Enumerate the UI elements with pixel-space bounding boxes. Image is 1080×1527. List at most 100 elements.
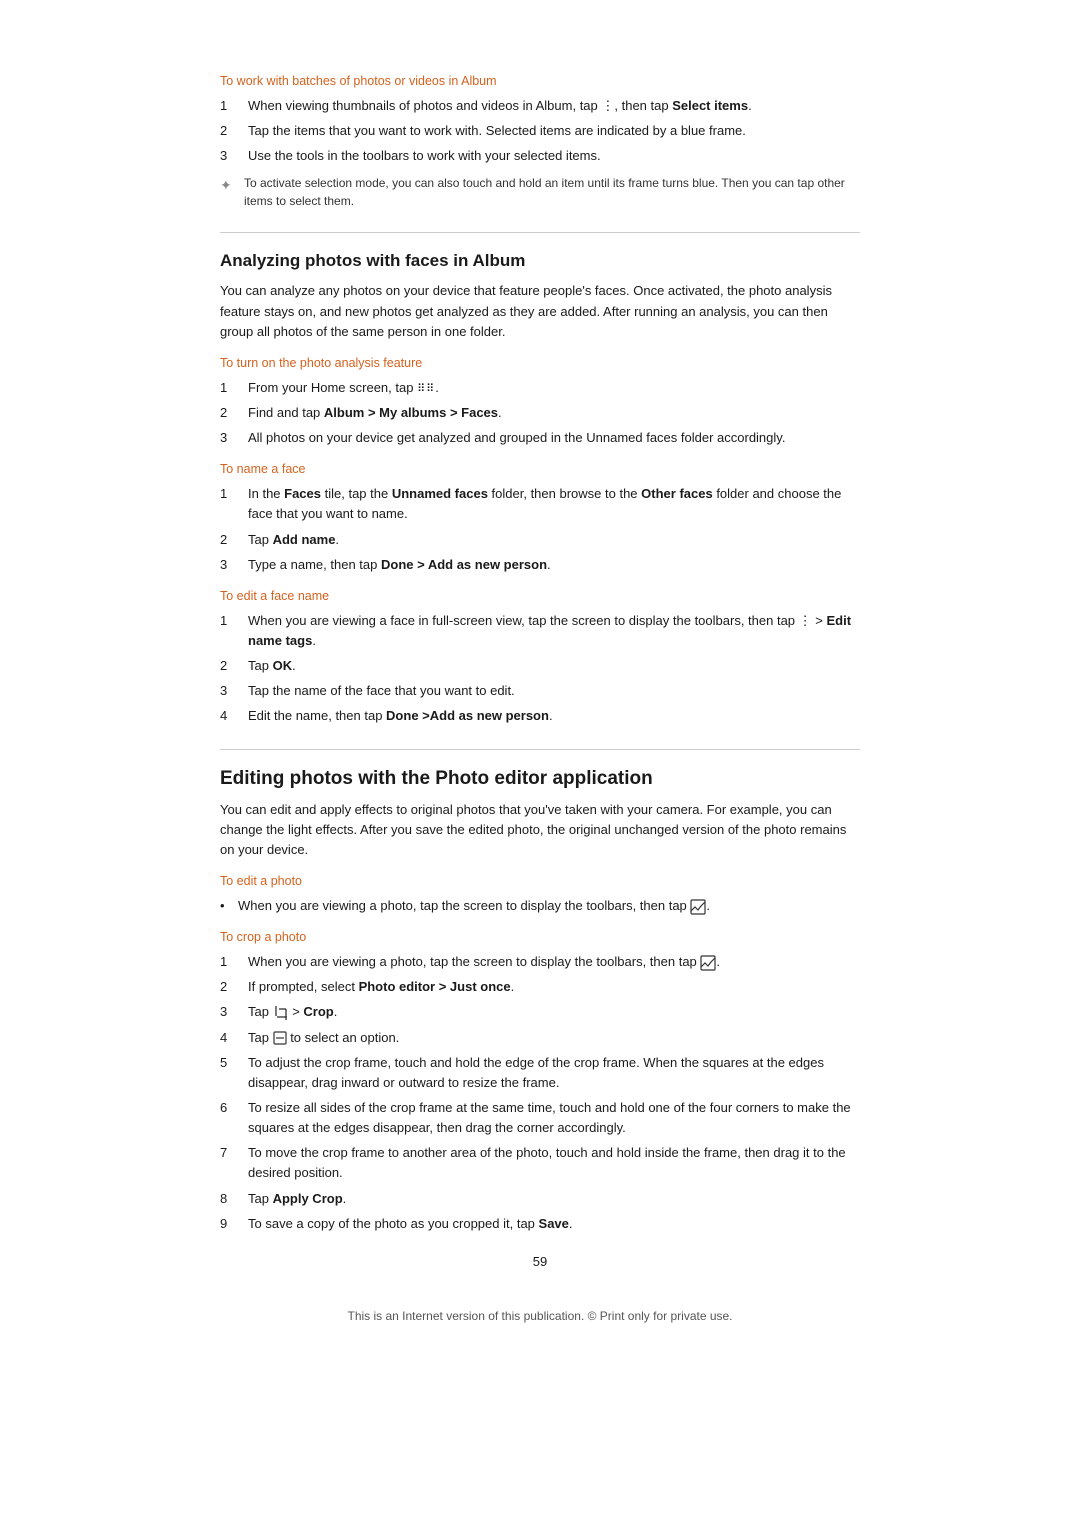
note-icon: ✦ (220, 175, 244, 196)
step-item: 1 From your Home screen, tap ⠿⠿. (220, 378, 860, 398)
step-number: 2 (220, 530, 248, 550)
edit-photo-icon-2 (700, 955, 716, 971)
step-item: 2 If prompted, select Photo editor > Jus… (220, 977, 860, 997)
step-number: 1 (220, 611, 248, 651)
step-content: From your Home screen, tap ⠿⠿. (248, 378, 860, 398)
step-content: Edit the name, then tap Done >Add as new… (248, 706, 860, 726)
step-content: Tap to select an option. (248, 1028, 860, 1048)
bullet-content: When you are viewing a photo, tap the sc… (238, 896, 710, 916)
heading-edit-face-name: To edit a face name (220, 589, 860, 603)
step-content: Tap > Crop. (248, 1002, 860, 1022)
heading-text: Analyzing photos with faces in Album (220, 251, 525, 270)
section-turn-on-analysis: To turn on the photo analysis feature 1 … (220, 356, 860, 448)
step-item: 4 Edit the name, then tap Done >Add as n… (220, 706, 860, 726)
page-footer: This is an Internet version of this publ… (220, 1309, 860, 1323)
step-number: 1 (220, 484, 248, 524)
step-number: 7 (220, 1143, 248, 1183)
step-number: 6 (220, 1098, 248, 1138)
step-number: 9 (220, 1214, 248, 1234)
step-content: Tap the items that you want to work with… (248, 121, 860, 141)
section-edit-face-name: To edit a face name 1 When you are viewi… (220, 589, 860, 727)
step-item: 3 Use the tools in the toolbars to work … (220, 146, 860, 166)
step-item: 1 When viewing thumbnails of photos and … (220, 96, 860, 116)
heading-name-a-face: To name a face (220, 462, 860, 476)
step-content: In the Faces tile, tap the Unnamed faces… (248, 484, 860, 524)
step-content: Tap Add name. (248, 530, 860, 550)
step-content: Find and tap Album > My albums > Faces. (248, 403, 860, 423)
section-work-with-batches: To work with batches of photos or videos… (220, 74, 860, 210)
step-content: To move the crop frame to another area o… (248, 1143, 860, 1183)
step-item: 9 To save a copy of the photo as you cro… (220, 1214, 860, 1234)
step-number: 3 (220, 428, 248, 448)
page-number: 59 (220, 1254, 860, 1269)
page-content: To work with batches of photos or videos… (200, 0, 880, 1527)
step-number: 4 (220, 706, 248, 726)
step-content: Use the tools in the toolbars to work wi… (248, 146, 860, 166)
heading-edit-a-photo: To edit a photo (220, 874, 860, 888)
section-crop-a-photo: To crop a photo 1 When you are viewing a… (220, 930, 860, 1234)
step-item: 3 All photos on your device get analyzed… (220, 428, 860, 448)
step-item: 1 When you are viewing a photo, tap the … (220, 952, 860, 972)
step-item: 2 Tap the items that you want to work wi… (220, 121, 860, 141)
steps-edit-a-photo: • When you are viewing a photo, tap the … (220, 896, 860, 916)
step-item: 2 Tap OK. (220, 656, 860, 676)
step-number: 2 (220, 656, 248, 676)
heading-work-with-batches: To work with batches of photos or videos… (220, 74, 860, 88)
bullet-item: • When you are viewing a photo, tap the … (220, 896, 860, 916)
section-analyzing-photos: Analyzing photos with faces in Album You… (220, 232, 860, 726)
editing-photos-intro: You can edit and apply effects to origin… (220, 800, 860, 860)
step-number: 2 (220, 121, 248, 141)
step-content: To resize all sides of the crop frame at… (248, 1098, 860, 1138)
analyzing-photos-intro: You can analyze any photos on your devic… (220, 281, 860, 341)
step-item: 2 Tap Add name. (220, 530, 860, 550)
step-item: 6 To resize all sides of the crop frame … (220, 1098, 860, 1138)
heading-analyzing-photos: Analyzing photos with faces in Album (220, 232, 860, 271)
step-item: 3 Tap > Crop. (220, 1002, 860, 1022)
step-item: 1 In the Faces tile, tap the Unnamed fac… (220, 484, 860, 524)
step-item: 3 Tap the name of the face that you want… (220, 681, 860, 701)
section-name-a-face: To name a face 1 In the Faces tile, tap … (220, 462, 860, 575)
select-option-icon (273, 1031, 287, 1045)
crop-icon (273, 1005, 289, 1021)
step-number: 5 (220, 1053, 248, 1093)
step-item: 3 Type a name, then tap Done > Add as ne… (220, 555, 860, 575)
steps-work-with-batches: 1 When viewing thumbnails of photos and … (220, 96, 860, 166)
step-item: 8 Tap Apply Crop. (220, 1189, 860, 1209)
steps-crop-a-photo: 1 When you are viewing a photo, tap the … (220, 952, 860, 1234)
step-item: 1 When you are viewing a face in full-sc… (220, 611, 860, 651)
step-number: 8 (220, 1189, 248, 1209)
step-number: 1 (220, 952, 248, 972)
section-edit-a-photo: To edit a photo • When you are viewing a… (220, 874, 860, 916)
section-editing-photos: Editing photos with the Photo editor app… (220, 749, 860, 1234)
steps-name-a-face: 1 In the Faces tile, tap the Unnamed fac… (220, 484, 860, 575)
step-content: If prompted, select Photo editor > Just … (248, 977, 860, 997)
step-number: 3 (220, 555, 248, 575)
heading-editing-photos: Editing photos with the Photo editor app… (220, 749, 860, 790)
note-block: ✦ To activate selection mode, you can al… (220, 174, 860, 210)
step-item: 5 To adjust the crop frame, touch and ho… (220, 1053, 860, 1093)
step-number: 3 (220, 681, 248, 701)
note-text: To activate selection mode, you can also… (244, 174, 860, 210)
step-content: To adjust the crop frame, touch and hold… (248, 1053, 860, 1093)
step-content: When you are viewing a face in full-scre… (248, 611, 860, 651)
steps-edit-face-name: 1 When you are viewing a face in full-sc… (220, 611, 860, 727)
step-item: 4 Tap to select an option. (220, 1028, 860, 1048)
step-content: Tap OK. (248, 656, 860, 676)
step-number: 3 (220, 146, 248, 166)
step-number: 1 (220, 96, 248, 116)
edit-photo-icon (690, 899, 706, 915)
step-content: When you are viewing a photo, tap the sc… (248, 952, 860, 972)
heading-crop-a-photo: To crop a photo (220, 930, 860, 944)
step-content: To save a copy of the photo as you cropp… (248, 1214, 860, 1234)
step-number: 3 (220, 1002, 248, 1022)
step-number: 2 (220, 977, 248, 997)
step-content: Tap Apply Crop. (248, 1189, 860, 1209)
step-item: 2 Find and tap Album > My albums > Faces… (220, 403, 860, 423)
bullet-symbol: • (220, 896, 238, 916)
step-content: Type a name, then tap Done > Add as new … (248, 555, 860, 575)
step-content: All photos on your device get analyzed a… (248, 428, 860, 448)
steps-turn-on-analysis: 1 From your Home screen, tap ⠿⠿. 2 Find … (220, 378, 860, 448)
heading-text: Editing photos with the Photo editor app… (220, 768, 653, 789)
step-content: When viewing thumbnails of photos and vi… (248, 96, 860, 116)
step-content: Tap the name of the face that you want t… (248, 681, 860, 701)
